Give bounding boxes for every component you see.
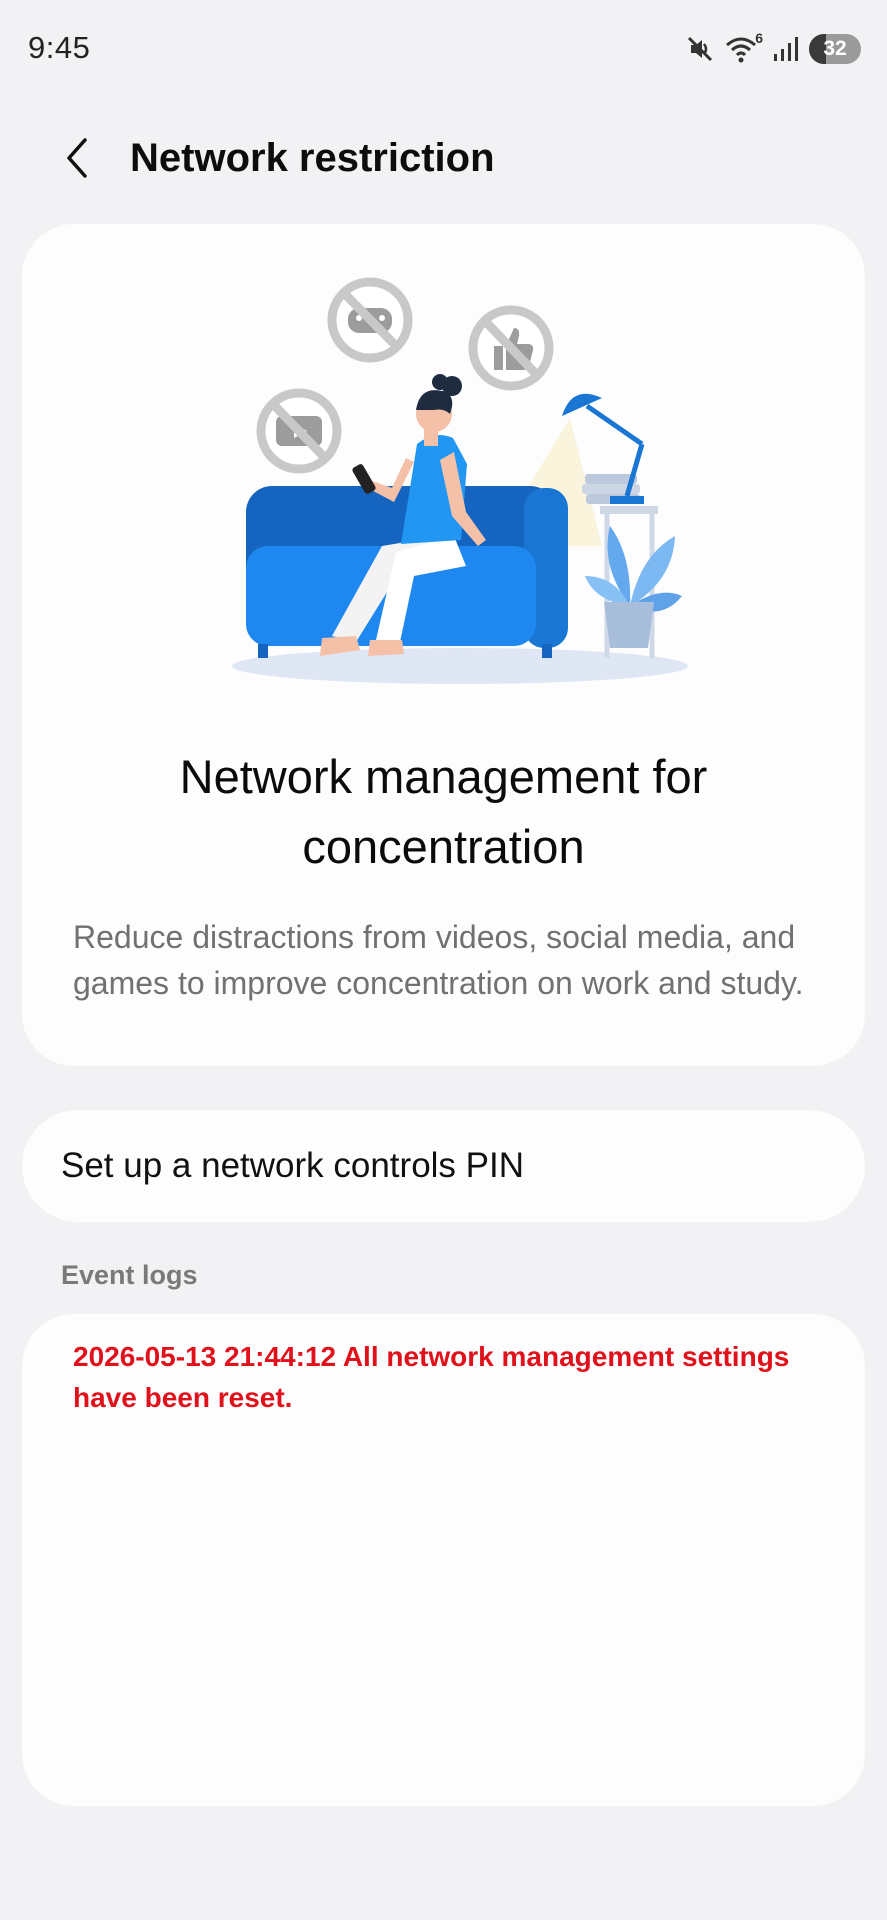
wifi-icon: 6 bbox=[723, 30, 763, 64]
app-header: Network restriction bbox=[0, 118, 887, 202]
blocked-video-icon bbox=[256, 388, 342, 474]
back-button[interactable] bbox=[50, 132, 106, 188]
hero-title: Network management for concentration bbox=[179, 750, 708, 873]
battery-icon: 32 bbox=[809, 34, 861, 64]
status-bar: 9:45 6 32 bbox=[0, 0, 887, 100]
event-logs-header: Event logs bbox=[61, 1260, 198, 1290]
event-log-list: 2026-05-13 21:44:12 All network manageme… bbox=[22, 1314, 865, 1806]
set-pin-button[interactable]: Set up a network controls PIN bbox=[22, 1110, 865, 1222]
mute-icon bbox=[685, 34, 715, 64]
status-time: 9:45 bbox=[28, 30, 91, 65]
chevron-left-icon bbox=[63, 136, 93, 185]
event-log-entry: 2026-05-13 21:44:12 All network manageme… bbox=[73, 1341, 790, 1413]
battery-level: 32 bbox=[823, 37, 847, 60]
wifi-badge: 6 bbox=[755, 30, 763, 46]
signal-icon bbox=[771, 34, 801, 64]
hero-description: Reduce distractions from videos, social … bbox=[73, 919, 804, 1001]
intro-card: Network management for concentration Red… bbox=[22, 224, 865, 1066]
blocked-game-icon bbox=[327, 277, 413, 363]
status-icons: 6 32 bbox=[685, 30, 861, 66]
set-pin-label: Set up a network controls PIN bbox=[61, 1146, 524, 1185]
focus-illustration bbox=[232, 277, 688, 684]
page-title: Network restriction bbox=[130, 136, 495, 180]
blocked-like-icon bbox=[468, 305, 554, 391]
